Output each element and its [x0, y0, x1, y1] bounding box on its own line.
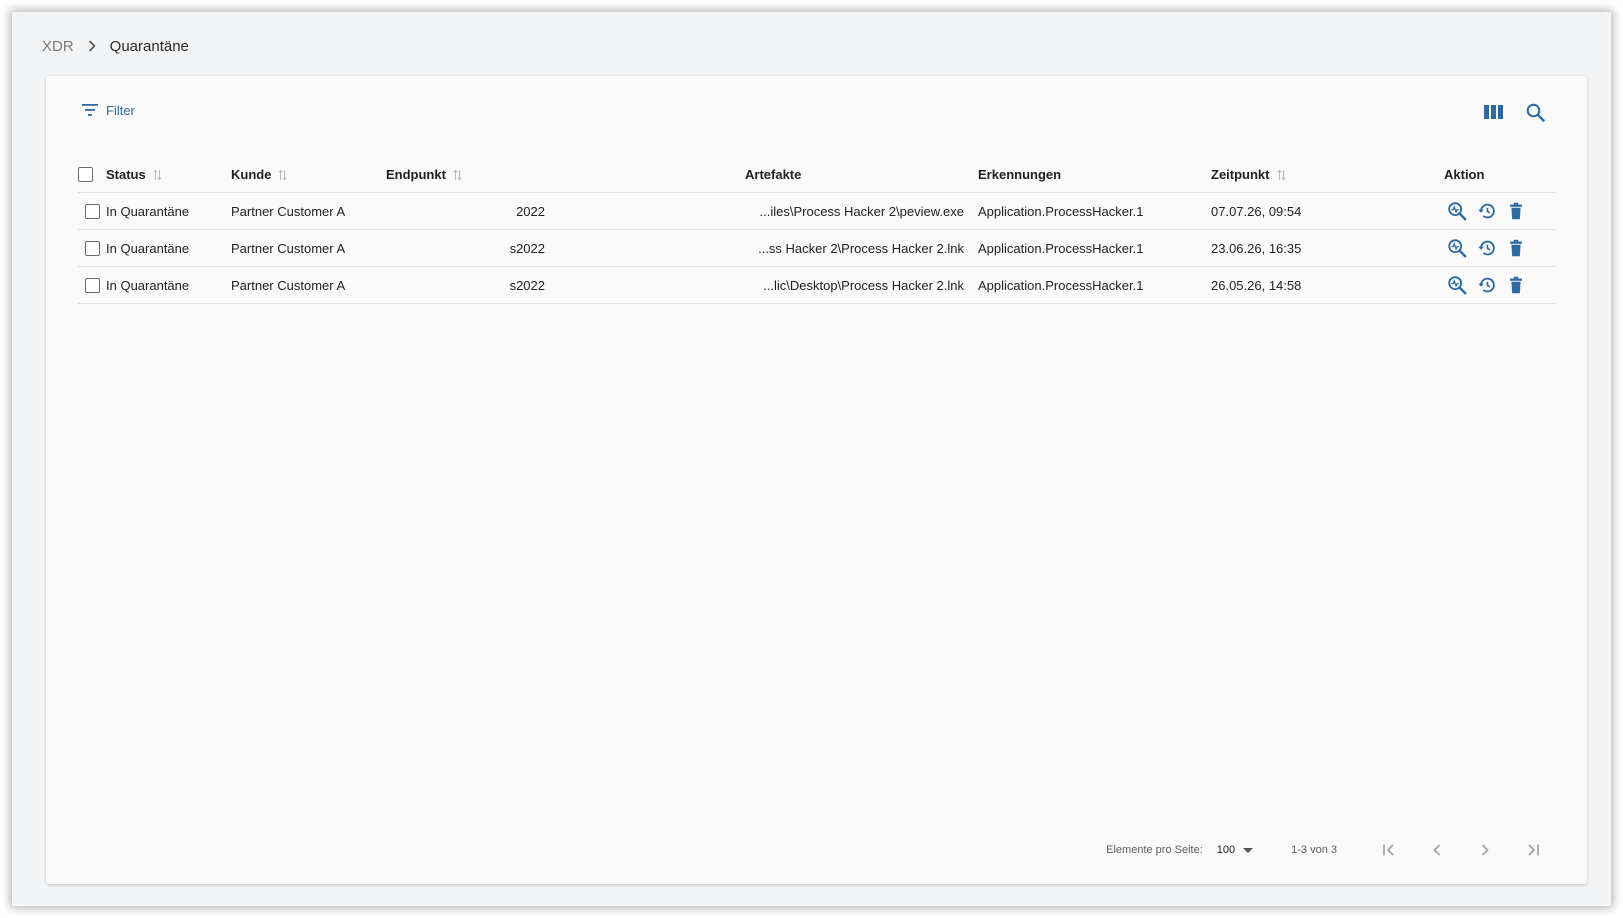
quarantine-table: Status Kunde Endpunkt Artefakte Erkennun…: [78, 156, 1555, 304]
columns-button[interactable]: [1479, 98, 1507, 126]
first-page-icon: [1383, 844, 1394, 856]
sort-icon[interactable]: [1276, 169, 1286, 181]
items-per-page-label: Elemente pro Seite:: [1106, 844, 1203, 856]
detection-cell: Application.ProcessHacker.1: [978, 277, 1144, 293]
artifact-cell: ...lic\Desktop\Process Hacker 2.lnk: [763, 277, 964, 293]
spacer-cell: [559, 267, 745, 304]
search-button[interactable]: [1521, 98, 1549, 126]
app-window: XDR Quarantäne Filter Status Kunde Endpu…: [12, 12, 1611, 906]
range-label: 1-3 von 3: [1291, 844, 1337, 856]
table-toolbar: [1465, 98, 1549, 126]
chevron-left-icon: [1433, 844, 1441, 856]
previous-page-button[interactable]: [1413, 836, 1461, 864]
column-header-detections: Erkennungen: [978, 166, 1062, 182]
select-all-checkbox[interactable]: [78, 167, 93, 183]
filter-icon: [82, 104, 98, 116]
column-header-action: Aktion: [1444, 166, 1485, 182]
restore-icon[interactable]: [1476, 200, 1498, 222]
dropdown-arrow-icon: [1243, 847, 1254, 853]
endpoint-cell: s2022: [509, 277, 545, 293]
sort-icon[interactable]: [453, 169, 462, 181]
column-header-artifacts: Artefakte: [745, 166, 802, 182]
row-checkbox[interactable]: [84, 241, 100, 257]
next-page-button[interactable]: [1461, 836, 1509, 864]
status-cell: In Quarantäne: [106, 277, 190, 293]
last-page-button[interactable]: [1509, 836, 1557, 864]
filter-label: Filter: [106, 102, 135, 118]
actions-cell: [1444, 193, 1555, 230]
select-all-cell: [78, 156, 106, 193]
customer-cell: Partner Customer A: [231, 240, 346, 256]
row-select-cell: [78, 230, 106, 267]
breadcrumb-current: Quarantäne: [109, 37, 189, 55]
customer-cell: Partner Customer A: [231, 277, 346, 293]
delete-icon[interactable]: [1505, 200, 1527, 222]
spacer-cell: [559, 193, 745, 230]
table-row[interactable]: In Quarantäne Partner Customer A s2022 .…: [78, 229, 1555, 267]
column-header-customer[interactable]: Kunde: [231, 156, 386, 193]
detection-cell: Application.ProcessHacker.1: [978, 240, 1144, 256]
sort-icon[interactable]: [278, 169, 288, 181]
status-cell: In Quarantäne: [106, 240, 190, 256]
artifact-cell: ...iles\Process Hacker 2\peview.exe: [759, 203, 964, 219]
sort-icon[interactable]: [153, 169, 162, 181]
restore-icon[interactable]: [1476, 274, 1498, 296]
row-select-cell: [78, 267, 106, 304]
endpoint-cell: 2022: [516, 203, 545, 219]
chevron-right-icon: [88, 40, 96, 52]
row-checkbox[interactable]: [84, 278, 100, 294]
endpoint-cell: s2022: [509, 240, 545, 256]
detection-cell: Application.ProcessHacker.1: [978, 203, 1144, 219]
analyze-icon[interactable]: [1446, 237, 1468, 259]
time-cell: 07.07.26, 09:54: [1211, 203, 1302, 219]
delete-icon[interactable]: [1505, 237, 1527, 259]
columns-icon: [1483, 105, 1503, 119]
header-row: Status Kunde Endpunkt Artefakte Erkennun…: [78, 156, 1555, 193]
actions-cell: [1444, 267, 1555, 304]
analyze-icon[interactable]: [1446, 274, 1468, 296]
quarantine-card: Filter Status Kunde Endpunkt Artefakte E…: [46, 76, 1587, 884]
breadcrumb: XDR Quarantäne: [42, 34, 189, 58]
time-cell: 26.05.26, 14:58: [1211, 277, 1302, 293]
delete-icon[interactable]: [1505, 274, 1527, 296]
status-cell: In Quarantäne: [106, 203, 190, 219]
chevron-right-icon: [1481, 844, 1489, 856]
last-page-icon: [1528, 844, 1539, 856]
table-row[interactable]: In Quarantäne Partner Customer A s2022 .…: [78, 266, 1555, 304]
spacer-cell: [559, 230, 745, 267]
search-icon: [1526, 103, 1545, 122]
customer-cell: Partner Customer A: [231, 203, 346, 219]
filter-button[interactable]: Filter: [82, 98, 135, 122]
paginator: Elemente pro Seite: 100 1-3 von 3: [1106, 836, 1557, 864]
analyze-icon[interactable]: [1446, 200, 1468, 222]
column-header-endpoint[interactable]: Endpunkt: [386, 156, 559, 193]
breadcrumb-root[interactable]: XDR: [42, 38, 74, 55]
artifact-cell: ...ss Hacker 2\Process Hacker 2.lnk: [758, 240, 964, 256]
table-row[interactable]: In Quarantäne Partner Customer A 2022 ..…: [78, 192, 1555, 230]
column-header-status[interactable]: Status: [106, 156, 231, 193]
page-size-value: 100: [1216, 844, 1236, 856]
row-select-cell: [78, 193, 106, 230]
time-cell: 23.06.26, 16:35: [1211, 240, 1302, 256]
page-size-select[interactable]: 100: [1216, 844, 1254, 856]
column-header-time[interactable]: Zeitpunkt: [1211, 156, 1444, 193]
column-spacer: [559, 156, 745, 193]
first-page-button[interactable]: [1365, 836, 1413, 864]
row-checkbox[interactable]: [84, 204, 100, 220]
restore-icon[interactable]: [1476, 237, 1498, 259]
actions-cell: [1444, 230, 1555, 267]
